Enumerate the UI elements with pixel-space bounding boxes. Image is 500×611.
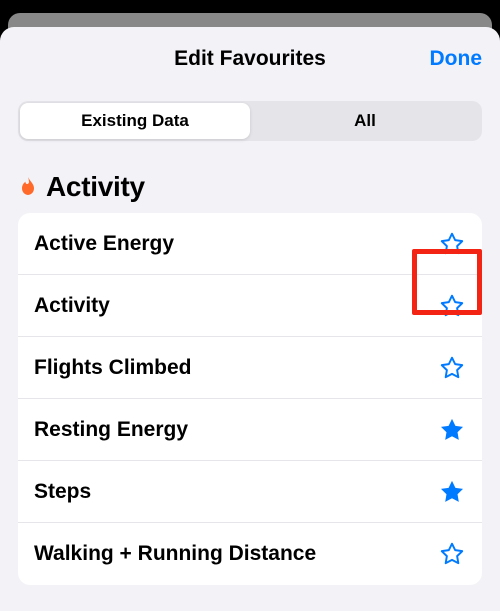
favourite-toggle[interactable] (438, 354, 466, 382)
row-label: Resting Energy (34, 418, 188, 442)
row-flights-climbed: Flights Climbed (18, 337, 482, 399)
sheet-header: Edit Favourites Done (0, 27, 500, 91)
activity-section: Activity Active Energy Activity Flights … (0, 171, 500, 585)
row-label: Activity (34, 294, 110, 318)
flame-icon (18, 175, 38, 199)
filter-segmented-control[interactable]: Existing Data All (18, 101, 482, 141)
activity-list: Active Energy Activity Flights Climbed R… (18, 213, 482, 585)
favourite-toggle[interactable] (438, 292, 466, 320)
section-header: Activity (0, 171, 500, 213)
star-filled-icon (438, 478, 466, 506)
section-title: Activity (46, 171, 145, 203)
row-resting-energy: Resting Energy (18, 399, 482, 461)
segment-existing-data[interactable]: Existing Data (20, 103, 250, 139)
sheet-title: Edit Favourites (174, 47, 326, 71)
favourite-toggle[interactable] (438, 478, 466, 506)
favourite-toggle[interactable] (438, 540, 466, 568)
row-active-energy: Active Energy (18, 213, 482, 275)
row-label: Walking + Running Distance (34, 542, 316, 566)
row-label: Active Energy (34, 232, 174, 256)
star-outline-icon (439, 231, 465, 257)
segment-all[interactable]: All (250, 103, 480, 139)
row-steps: Steps (18, 461, 482, 523)
star-filled-icon (438, 416, 466, 444)
edit-favourites-sheet: Edit Favourites Done Existing Data All A… (0, 27, 500, 611)
star-outline-icon (439, 293, 465, 319)
star-outline-icon (439, 355, 465, 381)
row-walking-running-distance: Walking + Running Distance (18, 523, 482, 585)
done-button[interactable]: Done (430, 47, 483, 71)
favourite-toggle[interactable] (438, 230, 466, 258)
row-label: Flights Climbed (34, 356, 192, 380)
row-activity: Activity (18, 275, 482, 337)
favourite-toggle[interactable] (438, 416, 466, 444)
row-label: Steps (34, 480, 91, 504)
star-outline-icon (439, 541, 465, 567)
